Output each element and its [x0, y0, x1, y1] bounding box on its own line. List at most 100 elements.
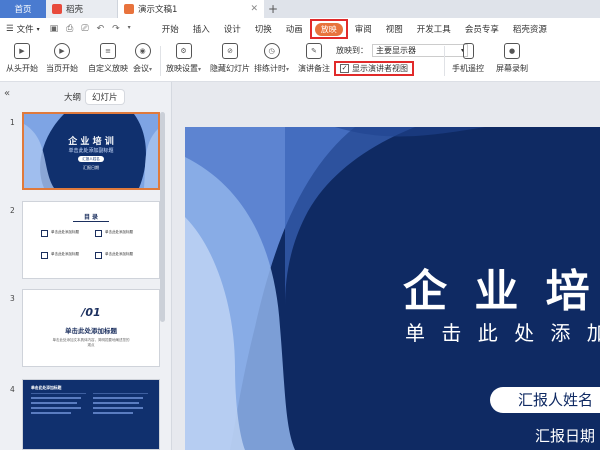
- new-tab-button[interactable]: +: [264, 0, 282, 18]
- gear-icon: ⚙: [175, 43, 192, 59]
- screen-to-label: 放映到：: [336, 46, 368, 55]
- thumb3-body: 单击此处添加文本具体内容，简明扼要地阐述您的观点: [52, 338, 130, 347]
- slide-editor: 企 业 培 单 击 此 处 添 加 汇报人姓名 汇报日期: [172, 82, 600, 450]
- save-icon[interactable]: ▣: [50, 24, 59, 34]
- screen-to-group: 放映到： 主要显示器 ▾: [336, 44, 468, 57]
- meeting-label: 会议: [133, 64, 149, 73]
- rehearse-label: 排练计时: [254, 64, 286, 73]
- chevron-down-icon[interactable]: ▾: [128, 24, 131, 34]
- quick-access-toolbar: ▣ ⎙ ⎚ ↶ ↷ ▾: [50, 24, 131, 34]
- presenter-view-label: 显示演讲者视图: [352, 64, 408, 73]
- from-current-button[interactable]: ▶ 当页开始: [46, 43, 78, 74]
- ribbon-tab-insert[interactable]: 插入: [186, 18, 217, 40]
- file-menu[interactable]: ☰ 文件 ▾: [6, 23, 40, 35]
- hide-slide-button[interactable]: ⊘ 隐藏幻灯片: [210, 43, 250, 74]
- presenter-view-checkbox[interactable]: ✓ 显示演讲者视图: [334, 61, 414, 76]
- ribbon-tab-developer[interactable]: 开发工具: [410, 18, 458, 40]
- speaker-notes-button[interactable]: ✎ 演讲备注: [298, 43, 330, 74]
- ribbon-tab-resources[interactable]: 稻壳资源: [506, 18, 554, 40]
- toolbar-divider: [160, 46, 161, 76]
- tab-outline[interactable]: 大纲: [58, 90, 87, 104]
- panel-scrollbar[interactable]: [160, 112, 165, 322]
- thumb1-reporter: 汇报人姓名: [78, 156, 104, 162]
- thumb4-text-block: [93, 393, 148, 423]
- screen-record-label: 屏幕录制: [496, 64, 528, 73]
- timer-icon: ◷: [263, 43, 280, 59]
- export-pdf-icon[interactable]: ⎙: [66, 24, 73, 34]
- thumb2-item: 单击此处添加标题: [51, 252, 79, 256]
- file-menu-label: 文件: [16, 25, 34, 35]
- thumb2-item: 单击此处添加标题: [51, 230, 79, 234]
- slide-thumbnail-2[interactable]: 目 录 单击此处添加标题 单击此处添加标题 单击此处添加标题 单击此处添加标题: [22, 201, 160, 279]
- meeting-button[interactable]: ◉ 会议▾: [133, 43, 152, 74]
- hide-slide-icon: ⊘: [222, 43, 238, 59]
- ribbon-tab-member[interactable]: 会员专享: [458, 18, 506, 40]
- slide-date: 汇报日期: [535, 427, 596, 445]
- ribbon-tab-transition[interactable]: 切换: [248, 18, 279, 40]
- thumb2-item: 单击此处添加标题: [105, 252, 133, 256]
- close-icon[interactable]: ✕: [250, 4, 258, 14]
- menu-row: ☰ 文件 ▾ ▣ ⎙ ⎚ ↶ ↷ ▾ 开始 插入 设计 切换 动画 放映 审阅 …: [0, 18, 600, 40]
- thumb2-bullet-icon: [95, 230, 102, 237]
- ribbon-tab-view[interactable]: 视图: [379, 18, 410, 40]
- thumb2-title: 目 录: [83, 214, 99, 221]
- thumb4-title: 单击此处添加标题: [31, 385, 62, 390]
- thumb3-number: /01: [81, 306, 101, 319]
- tab-wps-label: 稻壳: [66, 5, 84, 15]
- speaker-notes-label: 演讲备注: [298, 64, 330, 73]
- slide-number: 2: [10, 206, 15, 215]
- thumb2-bullet-icon: [95, 252, 102, 259]
- phone-control-button[interactable]: 手机遥控: [452, 43, 484, 74]
- slide-number: 4: [10, 385, 15, 394]
- phone-icon: [462, 43, 474, 59]
- tab-home[interactable]: 首页: [0, 0, 46, 18]
- slide-thumbnail-4[interactable]: 单击此处添加标题: [22, 379, 160, 450]
- ribbon-tab-animation[interactable]: 动画: [279, 18, 310, 40]
- chevron-down-icon: ▾: [36, 25, 40, 33]
- from-current-label: 当页开始: [46, 64, 78, 73]
- window-tab-bar: 首页 稻壳 演示文稿1 ✕ +: [0, 0, 600, 18]
- from-start-button[interactable]: ▶ 从头开始: [6, 43, 38, 74]
- tab-document[interactable]: 演示文稿1 ✕: [118, 0, 264, 18]
- ribbon-tab-home[interactable]: 开始: [155, 18, 186, 40]
- tab-document-label: 演示文稿1: [138, 5, 178, 15]
- show-settings-label: 放映设置: [166, 64, 198, 73]
- chevron-down-icon: ▾: [286, 66, 290, 73]
- slideshow-toolbar: ▶ 从头开始 ▶ 当页开始 ≡ 自定义放映 ◉ 会议▾ ⚙ 放映设置▾ ⊘ 隐藏…: [0, 40, 600, 82]
- thumb1-subtitle: 单击此处添加副标题: [68, 148, 114, 154]
- ribbon-tab-review[interactable]: 审阅: [348, 18, 379, 40]
- show-settings-button[interactable]: ⚙ 放映设置▾: [166, 43, 201, 74]
- screen-to-value: 主要显示器: [376, 46, 416, 55]
- custom-show-label: 自定义放映: [88, 64, 128, 73]
- screen-record-button[interactable]: ● 屏幕录制: [496, 43, 528, 74]
- ribbon-tab-slideshow[interactable]: 放映: [309, 19, 348, 39]
- toolbar-divider: [444, 46, 445, 76]
- thumb3-title: 单击此处添加标题: [65, 327, 117, 335]
- slide-thumbnail-1[interactable]: 企 业 培 训 单击此处添加副标题 汇报人姓名 汇报日期: [22, 112, 160, 190]
- redo-icon[interactable]: ↷: [112, 24, 120, 34]
- ribbon-tabs: 开始 插入 设计 切换 动画 放映 审阅 视图 开发工具 会员专享 稻壳资源: [155, 18, 554, 40]
- phone-control-label: 手机遥控: [452, 64, 484, 73]
- thumb2-title-underline: [73, 221, 109, 222]
- play-screen-icon: ▶: [14, 43, 30, 59]
- rehearse-timing-button[interactable]: ◷ 排练计时▾: [254, 43, 289, 74]
- slide-reporter-pill: 汇报人姓名: [490, 387, 600, 413]
- tab-wps[interactable]: 稻壳: [46, 0, 118, 18]
- ribbon-tab-slideshow-label: 放映: [314, 22, 343, 36]
- collapse-panel-icon[interactable]: «: [4, 88, 10, 99]
- tab-slides[interactable]: 幻灯片: [86, 90, 124, 104]
- slide-number: 3: [10, 294, 15, 303]
- slide-thumbnail-3[interactable]: /01 单击此处添加标题 单击此处添加文本具体内容，简明扼要地阐述您的观点: [22, 289, 160, 367]
- custom-show-button[interactable]: ≡ 自定义放映: [88, 43, 128, 74]
- notes-icon: ✎: [306, 43, 322, 59]
- print-icon[interactable]: ⎚: [81, 24, 88, 34]
- slide-title: 企 业 培: [403, 266, 596, 317]
- current-slide[interactable]: 企 业 培 单 击 此 处 添 加 汇报人姓名 汇报日期: [185, 127, 600, 450]
- slides-panel: « 大纲 幻灯片 1 企 业 培 训 单击此处添加副标题 汇报人姓名 汇报日期 …: [0, 82, 172, 450]
- thumb2-bullet-icon: [41, 252, 48, 259]
- thumb1-title: 企 业 培 训: [68, 137, 114, 147]
- play-circle-icon: ▶: [54, 43, 70, 59]
- ribbon-tab-design[interactable]: 设计: [217, 18, 248, 40]
- presentation-file-icon: [124, 4, 134, 14]
- undo-icon[interactable]: ↶: [97, 24, 105, 34]
